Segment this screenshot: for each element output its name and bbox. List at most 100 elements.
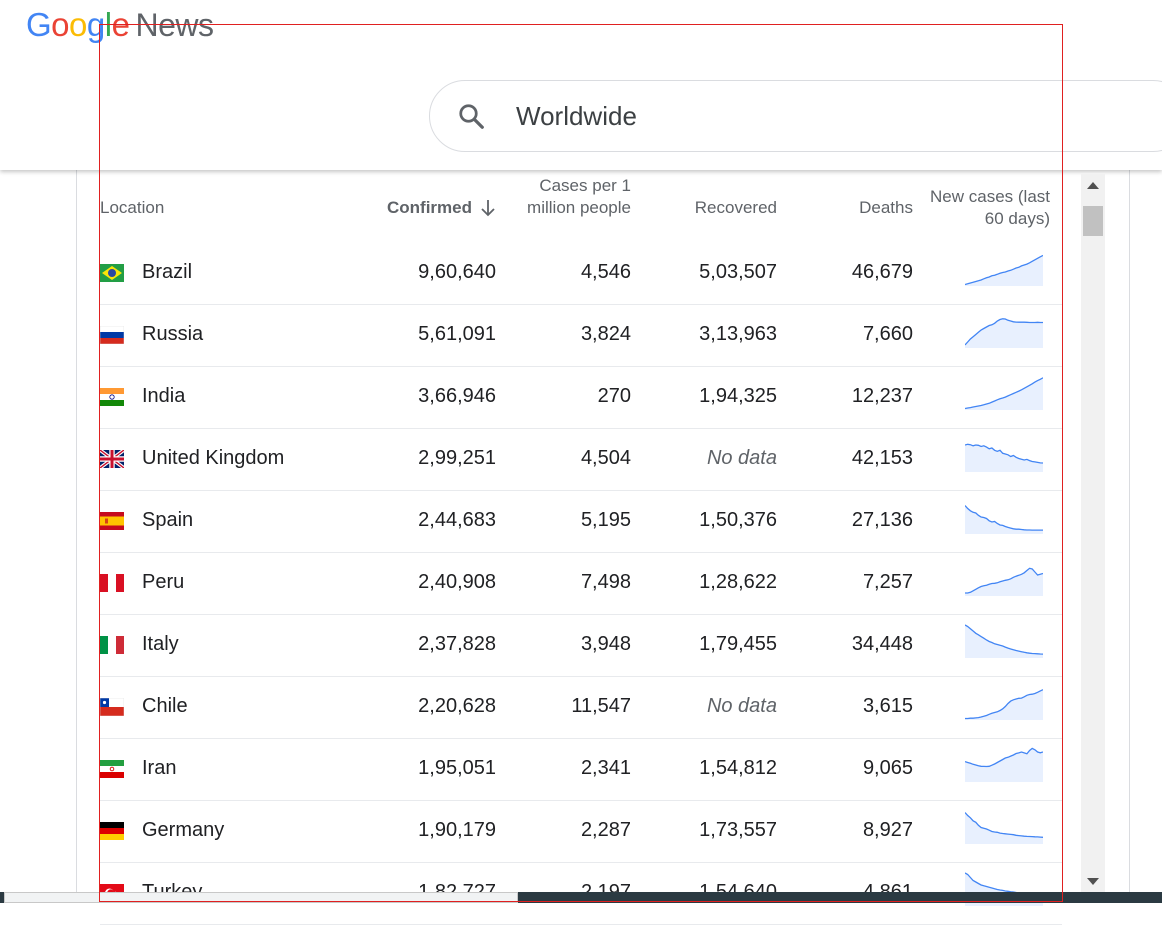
new-cases-sparkline bbox=[965, 377, 1043, 410]
cases-table: Location Confirmed Cases per 1 million p… bbox=[100, 173, 1062, 925]
table-row[interactable]: United Kingdom 2,99,251 4,504 No data 42… bbox=[100, 429, 1062, 491]
sparkline-area bbox=[965, 812, 1043, 844]
deaths-value: 7,257 bbox=[862, 571, 913, 593]
deaths-value: 42,153 bbox=[851, 447, 913, 469]
logo-letter: o bbox=[51, 6, 70, 43]
table-row[interactable]: Chile 2,20,628 11,547 No data 3,615 bbox=[100, 677, 1062, 739]
location-name: Italy bbox=[142, 633, 179, 655]
column-header-location[interactable]: Location bbox=[100, 197, 164, 219]
table-row[interactable]: Peru 2,40,908 7,498 1,28,622 7,257 bbox=[100, 553, 1062, 615]
per-million-value: 2,287 bbox=[580, 819, 631, 841]
table-row[interactable]: Brazil 9,60,640 4,546 5,03,507 46,679 bbox=[100, 243, 1062, 305]
confirmed-value: 2,40,908 bbox=[418, 571, 496, 593]
per-million-value: 7,498 bbox=[580, 571, 631, 593]
scroll-up-arrow-icon[interactable] bbox=[1087, 182, 1099, 189]
column-header-deaths[interactable]: Deaths bbox=[859, 197, 913, 219]
location-name: Germany bbox=[142, 819, 225, 841]
bottom-taskbar bbox=[0, 892, 1162, 903]
table-row[interactable]: India 3,66,946 270 1,94,325 12,237 bbox=[100, 367, 1062, 429]
sparkline-area bbox=[965, 377, 1043, 410]
logo-letter: o bbox=[69, 6, 87, 43]
confirmed-value: 2,99,251 bbox=[418, 447, 496, 469]
location-name: India bbox=[142, 385, 186, 407]
new-cases-sparkline bbox=[965, 624, 1043, 658]
scrollbar-thumb[interactable] bbox=[1083, 206, 1103, 236]
deaths-value: 3,615 bbox=[862, 695, 913, 717]
sparkline-area bbox=[965, 444, 1043, 472]
search-icon[interactable] bbox=[456, 101, 486, 131]
logo-letter: e bbox=[111, 6, 130, 43]
deaths-value: 12,237 bbox=[851, 385, 913, 407]
recovered-value: 1,50,376 bbox=[699, 509, 777, 531]
per-million-value: 2,341 bbox=[580, 757, 631, 779]
arrow-down-icon bbox=[481, 200, 495, 217]
column-header-recovered[interactable]: Recovered bbox=[695, 197, 777, 219]
new-cases-sparkline bbox=[965, 812, 1043, 844]
page-root: GoogleNews Location Confirmed Cases per … bbox=[0, 0, 1162, 928]
vertical-scrollbar[interactable] bbox=[1081, 174, 1105, 892]
confirmed-value: 2,20,628 bbox=[418, 695, 496, 717]
new-cases-sparkline bbox=[965, 567, 1043, 596]
column-header-confirmed[interactable]: Confirmed bbox=[387, 197, 496, 219]
table-row[interactable]: Spain 2,44,683 5,195 1,50,376 27,136 bbox=[100, 491, 1062, 553]
column-header-new-cases: New cases (last 60 days) bbox=[930, 187, 1050, 228]
new-cases-sparkline bbox=[965, 443, 1043, 472]
recovered-value: 1,28,622 bbox=[699, 571, 777, 593]
location-name: Iran bbox=[142, 757, 177, 779]
search-box[interactable] bbox=[429, 80, 1162, 152]
confirmed-value: 9,60,640 bbox=[418, 261, 496, 283]
italy-flag bbox=[100, 636, 124, 654]
india-flag bbox=[100, 388, 124, 406]
new-cases-sparkline bbox=[965, 505, 1043, 534]
peru-flag bbox=[100, 574, 124, 592]
recovered-value: 1,54,812 bbox=[699, 757, 777, 779]
uk-flag bbox=[100, 450, 124, 468]
sparkline-area bbox=[965, 568, 1043, 596]
table-header: Location Confirmed Cases per 1 million p… bbox=[100, 173, 1062, 243]
per-million-value: 3,948 bbox=[580, 633, 631, 655]
location-name: Chile bbox=[142, 695, 188, 717]
deaths-value: 7,660 bbox=[862, 323, 913, 345]
per-million-value: 4,504 bbox=[580, 447, 631, 469]
top-app-bar: Google News bbox=[0, 0, 1162, 170]
russia-flag bbox=[100, 326, 124, 344]
per-million-value: 11,547 bbox=[571, 695, 631, 717]
deaths-value: 34,448 bbox=[851, 633, 913, 655]
table-row[interactable]: Russia 5,61,091 3,824 3,13,963 7,660 bbox=[100, 305, 1062, 367]
scroll-down-arrow-icon[interactable] bbox=[1087, 878, 1099, 885]
table-row[interactable]: Germany 1,90,179 2,287 1,73,557 8,927 bbox=[100, 801, 1062, 863]
new-cases-sparkline bbox=[965, 254, 1043, 286]
recovered-value: 5,03,507 bbox=[699, 261, 777, 283]
spain-flag bbox=[100, 512, 124, 530]
logo-product-name: News bbox=[135, 7, 214, 43]
per-million-value: 5,195 bbox=[580, 509, 631, 531]
new-cases-sparkline bbox=[965, 689, 1043, 720]
logo-letter: l bbox=[104, 6, 112, 43]
logo-letter: G bbox=[26, 6, 52, 43]
column-header-cases-per-million[interactable]: Cases per 1 million people bbox=[511, 175, 631, 219]
chile-flag bbox=[100, 698, 124, 716]
location-name: Spain bbox=[142, 509, 194, 531]
confirmed-value: 3,66,946 bbox=[418, 385, 496, 407]
brazil-flag bbox=[100, 264, 124, 282]
per-million-value: 4,546 bbox=[580, 261, 631, 283]
horizontal-scrollbar[interactable] bbox=[4, 892, 518, 903]
per-million-value: 3,824 bbox=[580, 323, 631, 345]
search-input[interactable] bbox=[516, 95, 1116, 137]
table-row[interactable]: Iran 1,95,051 2,341 1,54,812 9,065 bbox=[100, 739, 1062, 801]
location-name: Brazil bbox=[142, 261, 193, 283]
iran-flag bbox=[100, 760, 124, 778]
column-header-confirmed-label: Confirmed bbox=[387, 198, 472, 217]
location-name: Russia bbox=[142, 323, 204, 345]
logo-letter: g bbox=[86, 6, 105, 43]
deaths-value: 46,679 bbox=[851, 261, 913, 283]
location-name: United Kingdom bbox=[142, 447, 285, 469]
deaths-value: 8,927 bbox=[862, 819, 913, 841]
confirmed-value: 1,95,051 bbox=[418, 757, 496, 779]
new-cases-sparkline bbox=[965, 318, 1043, 348]
table-row[interactable]: Italy 2,37,828 3,948 1,79,455 34,448 bbox=[100, 615, 1062, 677]
location-name: Peru bbox=[142, 571, 185, 593]
confirmed-value: 5,61,091 bbox=[418, 323, 496, 345]
google-news-logo[interactable]: Google News bbox=[26, 6, 214, 44]
deaths-value: 27,136 bbox=[851, 509, 913, 531]
